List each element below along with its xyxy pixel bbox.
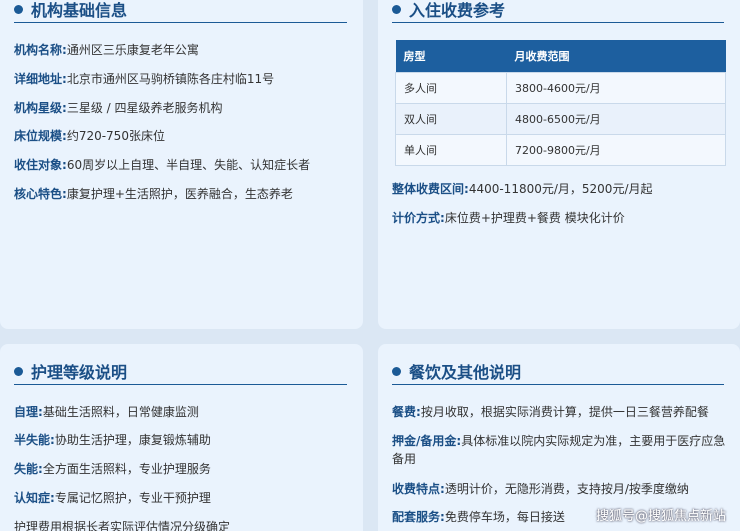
care-row-independent: 自理:基础生活照料，日常健康监测 (14, 405, 199, 419)
info-row-name: 机构名称:通州区三乐康复老年公寓 (14, 43, 199, 57)
fees-card: 入住收费参考 房型 月收费范围 多人间 3800-4600元/月 双人间 480… (378, 0, 740, 329)
care-levels-card: 护理等级说明 自理:基础生活照料，日常健康监测 半失能:协助生活护理，康复锻炼辅… (0, 344, 363, 531)
meals-other-heading: 餐饮及其他说明 (392, 358, 724, 385)
care-levels-heading: 护理等级说明 (14, 358, 347, 385)
bullet-dot-icon (392, 4, 401, 14)
basic-info-heading: 机构基础信息 (14, 0, 347, 23)
table-row: 单人间 7200-9800元/月 (395, 133, 726, 166)
meals-other-card: 餐饮及其他说明 餐费:按月收取，根据实际消费计算，提供一日三餐营养配餐 押金/备… (378, 344, 740, 531)
care-row-disabled: 失能:全方面生活照料，专业护理服务 (14, 462, 211, 476)
info-row-rating: 机构星级:三星级 / 四星级养老服务机构 (14, 101, 223, 115)
basic-info-card: 机构基础信息 机构名称:通州区三乐康复老年公寓 详细地址:北京市通州区马驹桥镇陈… (0, 0, 363, 329)
section-title: 机构基础信息 (31, 1, 128, 20)
fees-heading: 入住收费参考 (392, 0, 724, 23)
info-row-residents: 收住对象:60周岁以上自理、半自理、失能、认知症长者 (14, 158, 311, 172)
column-header-room: 房型 (395, 40, 507, 72)
price-cell: 3800-4600元/月 (506, 71, 726, 104)
section-title: 入住收费参考 (409, 1, 506, 20)
bullet-dot-icon (14, 366, 23, 376)
info-row-address: 详细地址:北京市通州区马驹桥镇陈各庄村临11号 (14, 72, 275, 86)
deposit-row: 押金/备用金:具体标准以院内实际规定为准，主要用于医疗应急备用 (392, 434, 726, 466)
bullet-dot-icon (392, 366, 401, 376)
info-row-beds: 床位规模:约720-750张床位 (14, 129, 165, 143)
info-row-features: 核心特色:康复护理+生活照护，医养融合，生态养老 (14, 187, 293, 201)
bullet-dot-icon (14, 4, 23, 14)
section-title: 护理等级说明 (31, 363, 128, 382)
price-cell: 7200-9800元/月 (506, 133, 726, 166)
table-header-row: 房型 月收费范围 (395, 40, 726, 72)
care-row-dementia: 认知症:专属记忆照护，专业干预护理 (14, 491, 211, 505)
table-row: 多人间 3800-4600元/月 (395, 71, 726, 104)
care-row-semi-disabled: 半失能:协助生活护理，康复锻炼辅助 (14, 433, 211, 447)
room-type-cell: 双人间 (395, 102, 507, 135)
care-fee-note: 护理费用根据长者实际评估情况分级确定 (14, 520, 231, 531)
room-type-cell: 单人间 (395, 133, 507, 166)
fee-features-row: 收费特点:透明计价，无隐形消费，支持按月/按季度缴纳 (392, 482, 689, 496)
source-watermark: 搜狐号@搜狐焦点新站 (595, 509, 726, 524)
fees-table: 房型 月收费范围 多人间 3800-4600元/月 双人间 4800-6500元… (395, 40, 726, 166)
room-type-cell: 多人间 (395, 71, 507, 104)
column-header-price: 月收费范围 (506, 40, 726, 72)
pricing-method-row: 计价方式:床位费+护理费+餐费 模块化计价 (392, 211, 625, 225)
fee-range-row: 整体收费区间:4400-11800元/月，5200元/月起 (392, 182, 653, 196)
meal-fee-row: 餐费:按月收取，根据实际消费计算，提供一日三餐营养配餐 (392, 405, 709, 419)
price-cell: 4800-6500元/月 (506, 102, 726, 135)
section-title: 餐饮及其他说明 (409, 363, 522, 382)
table-row: 双人间 4800-6500元/月 (395, 102, 726, 135)
